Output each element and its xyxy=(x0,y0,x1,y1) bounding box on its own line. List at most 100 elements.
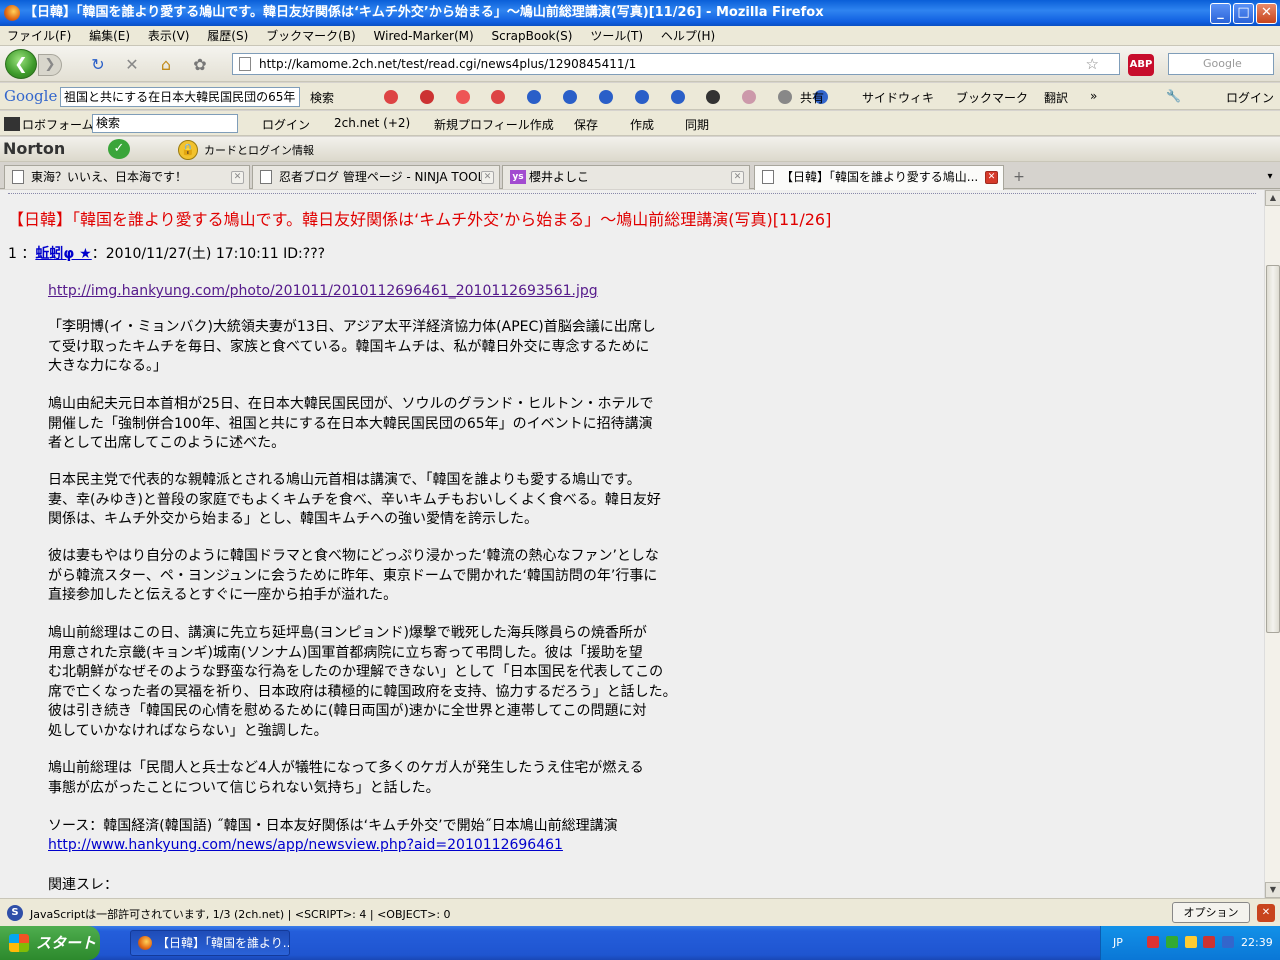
search-input[interactable]: Google xyxy=(1168,53,1274,75)
globe-icon-5[interactable] xyxy=(670,90,685,104)
gmail-icon[interactable] xyxy=(384,90,398,104)
scroll-thumb[interactable] xyxy=(1266,265,1280,633)
menu-scrapbook[interactable]: ScrapBook(S) xyxy=(485,26,580,46)
google-share-button[interactable]: 共有 xyxy=(800,89,824,106)
globe-icon-4[interactable] xyxy=(634,90,649,104)
bank-icon[interactable] xyxy=(778,90,793,104)
roboform-login-button[interactable]: ログイン xyxy=(262,116,310,133)
google-more-button[interactable]: » xyxy=(1090,89,1097,103)
forward-button[interactable]: ❯ xyxy=(38,54,62,76)
firefox-icon xyxy=(138,936,152,950)
bookmark-star-icon[interactable]: ☆ xyxy=(1086,54,1099,74)
menu-help[interactable]: ヘルプ(H) xyxy=(654,26,722,46)
close-button[interactable]: ✕ xyxy=(1256,3,1277,24)
menu-tools[interactable]: ツール(T) xyxy=(583,26,650,46)
start-button[interactable]: スタート xyxy=(0,926,100,960)
paragraph-line: 処していかなければならない」と強調した。 xyxy=(48,722,328,739)
globe-icon-2[interactable] xyxy=(563,90,578,104)
navigation-toolbar: ❮ ❯ ↻ ✕ ⌂ ✿ http://kamome.2ch.net/test/r… xyxy=(0,46,1280,82)
post-header: 1 ：蚯蚓φ ★：2010/11/27(土) 17:10:11 ID:??? xyxy=(8,243,325,263)
tab-close-icon[interactable]: ✕ xyxy=(231,171,244,184)
ys-icon: ys xyxy=(510,170,526,184)
tray-icon[interactable] xyxy=(1222,936,1235,948)
globe-icon-3[interactable] xyxy=(598,90,613,104)
options-button[interactable]: オプション(O)... xyxy=(1172,902,1250,938)
paragraph-line: む北朝鮮がなぜそのような野蛮な行為をしたのか理解できない」として「日本国民を代表… xyxy=(48,664,664,680)
menu-wired-marker[interactable]: Wired-Marker(M) xyxy=(367,26,481,46)
roboform-create-button[interactable]: 作成 xyxy=(630,116,654,133)
menu-file[interactable]: ファイル(F) xyxy=(0,26,78,46)
tab-list-icon[interactable]: ▾ xyxy=(1262,167,1278,187)
tray-icon[interactable] xyxy=(1203,936,1216,948)
norton-check-icon[interactable]: ✓ xyxy=(108,139,130,159)
tray-icon[interactable] xyxy=(1165,936,1178,948)
tab-1[interactable]: 東海？いいえ、日本海です！ ✕ xyxy=(4,165,250,189)
tab-4-active[interactable]: 【日韓】「韓国を誰より愛する鳩山... ✕ xyxy=(754,165,1004,190)
noscript-icon[interactable]: S xyxy=(7,905,23,921)
window-title-bar[interactable]: 【日韓】「韓国を誰より愛する鳩山です。韓日友好関係は‘キムチ外交’から始まる」〜… xyxy=(0,0,1280,26)
norton-logo[interactable]: Norton xyxy=(3,139,65,158)
home-icon[interactable]: ⌂ xyxy=(156,56,176,74)
google-login-button[interactable]: ログイン xyxy=(1226,89,1274,106)
poster-name-link[interactable]: 蚯蚓φ ★ xyxy=(35,246,91,262)
stop-icon[interactable]: ✕ xyxy=(122,56,142,74)
status-close-icon[interactable]: ✕ xyxy=(1257,904,1275,922)
google-query-select[interactable]: 祖国と共にする在日本大韓民国民団の65年 xyxy=(60,87,300,107)
new-profile-button[interactable]: 新規プロフィール作成 xyxy=(434,116,554,133)
photo-link[interactable]: http://img.hankyung.com/photo/201011/201… xyxy=(48,283,598,299)
page-icon xyxy=(260,170,272,184)
url-input[interactable]: http://kamome.2ch.net/test/read.cgi/news… xyxy=(232,53,1120,75)
google-sidewiki-button[interactable]: サイドウィキ xyxy=(862,89,934,106)
roboform-save-button[interactable]: 保存 xyxy=(574,116,598,133)
paragraph-3: 日本民主党で代表的な親韓派とされる鳩山元首相は講演で、「韓国を誰よりも愛する鳩山… xyxy=(48,471,708,530)
paragraph-6: 鳩山前総理は「民間人と兵士など4人が犠牲になって多くのケガ人が発生したうえ住宅が… xyxy=(48,759,708,798)
taskbar-window-button[interactable]: 【日韓】「韓国を誰より... xyxy=(130,930,290,956)
tray-icon[interactable] xyxy=(1147,936,1159,948)
google-bookmarks-button[interactable]: ブックマーク xyxy=(956,89,1028,106)
paragraph-line: 鳩山前総理はこの日、講演に先立ち延坪島(ヨンピョンド)爆撃で戦死した海兵隊員らの… xyxy=(48,625,647,641)
tab-close-icon[interactable]: ✕ xyxy=(985,171,998,184)
roboform-search-select[interactable]: 検索 xyxy=(92,114,238,133)
wrench-icon[interactable]: 🔧 xyxy=(1166,89,1181,103)
amazon-icon[interactable] xyxy=(706,90,721,104)
notebook-icon[interactable] xyxy=(742,90,757,104)
menu-history[interactable]: 履歴(S) xyxy=(200,26,255,46)
new-tab-icon[interactable]: + xyxy=(1006,167,1032,187)
back-button[interactable]: ❮ xyxy=(5,49,37,79)
menu-edit[interactable]: 編集(E) xyxy=(82,26,137,46)
youtube-icon[interactable] xyxy=(419,90,434,104)
thread-title: 【日韓】「韓国を誰より愛する鳩山です。韓日友好関係は‘キムチ外交’から始まる」〜… xyxy=(8,210,832,229)
clock: 22:39 xyxy=(1241,936,1273,949)
status-bar: S JavaScriptは一部許可されています, 1/3 (2ch.net) |… xyxy=(0,898,1280,938)
extension-icon[interactable]: ✿ xyxy=(190,56,210,74)
source-link[interactable]: http://www.hankyung.com/news/app/newsvie… xyxy=(48,837,563,853)
tab-3[interactable]: ys 櫻井よしこ ✕ xyxy=(502,165,750,189)
adblock-plus-button[interactable]: ABP xyxy=(1128,54,1154,76)
lock-icon: 🔒 xyxy=(178,140,198,160)
google-search-button[interactable]: 検索 xyxy=(310,89,334,106)
google-translate-button[interactable]: 翻訳 xyxy=(1044,89,1068,106)
google-logo[interactable]: Google xyxy=(4,87,57,105)
roboform-sync-button[interactable]: 同期 xyxy=(685,116,709,133)
tab-2[interactable]: 忍者ブログ 管理ページ - NINJA TOOLS ✕ xyxy=(252,165,500,189)
vertical-scrollbar[interactable]: ▲ ▼ xyxy=(1264,190,1280,898)
menu-bookmarks[interactable]: ブックマーク(B) xyxy=(259,26,363,46)
globe-icon[interactable] xyxy=(527,90,542,104)
minimize-button[interactable]: _ xyxy=(1210,3,1231,24)
card-login-info-button[interactable]: カードとログイン情報 xyxy=(204,142,314,158)
scroll-down-icon[interactable]: ▼ xyxy=(1265,882,1280,898)
language-indicator[interactable]: JP xyxy=(1113,936,1123,949)
roboform-button[interactable]: ロボフォーム xyxy=(22,116,94,133)
related-text: 関連スレ： xyxy=(48,877,118,893)
menu-view[interactable]: 表示(V) xyxy=(141,26,197,46)
gmail-icon-2[interactable] xyxy=(491,90,506,104)
up-arrow-icon[interactable] xyxy=(455,90,470,104)
tab-close-icon[interactable]: ✕ xyxy=(731,171,744,184)
tab-close-icon[interactable]: ✕ xyxy=(481,171,494,184)
paragraph-line: がら韓流スター、ペ・ヨンジュンに会うために昨年、東京ドームで開かれた‘韓国訪問の… xyxy=(48,567,658,584)
roboform-2ch-button[interactable]: 2ch.net (+2) xyxy=(334,116,410,130)
reload-icon[interactable]: ↻ xyxy=(88,56,108,74)
scroll-up-icon[interactable]: ▲ xyxy=(1265,190,1280,206)
maximize-button[interactable]: □ xyxy=(1233,3,1254,24)
tray-icon[interactable] xyxy=(1184,936,1197,948)
